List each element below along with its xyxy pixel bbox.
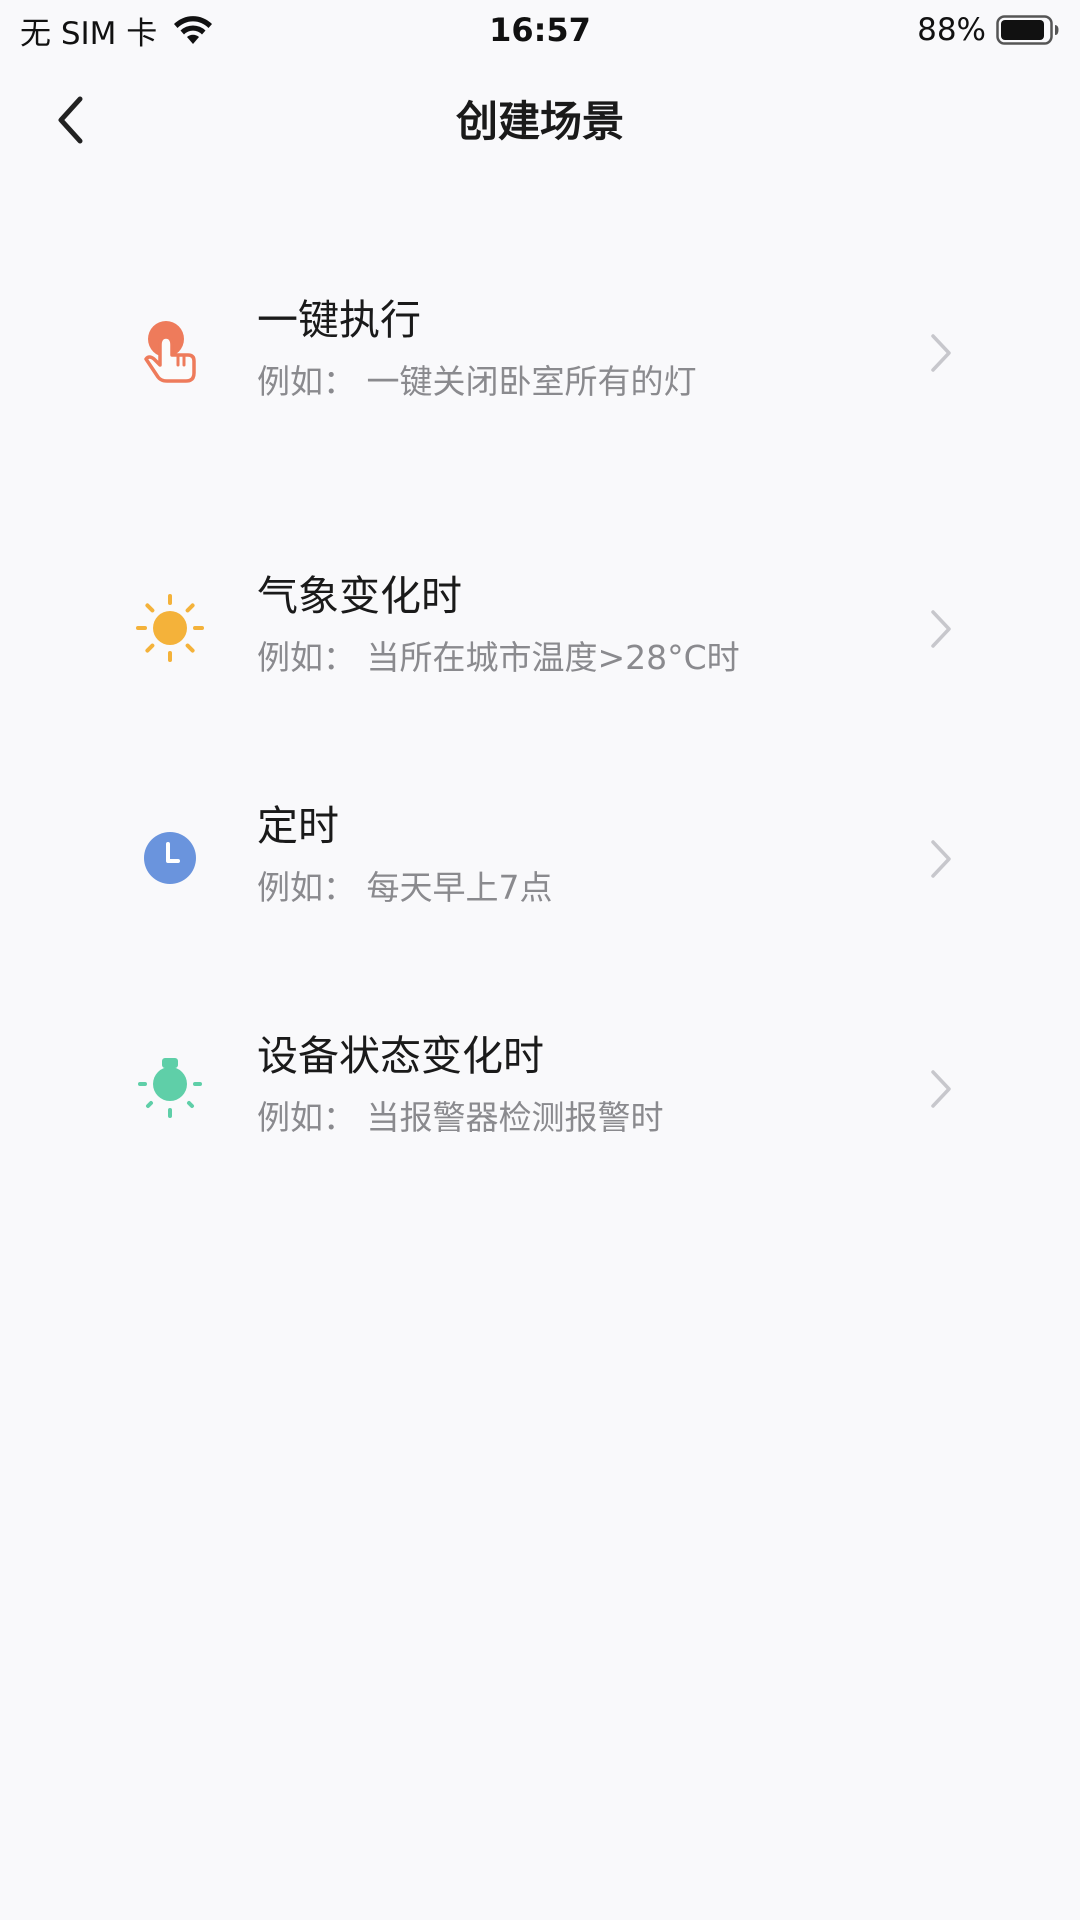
tap-hand-icon	[134, 317, 206, 389]
bulb-icon	[134, 1052, 206, 1124]
chevron-right-icon	[931, 610, 951, 648]
scene-item-one-click[interactable]: 一键执行 例如： 一键关闭卧室所有的灯	[0, 268, 1080, 438]
scene-item-weather[interactable]: 气象变化时 例如： 当所在城市温度>28°C时	[0, 544, 1080, 714]
item-title: 定时	[257, 802, 339, 850]
status-bar: 无 SIM 卡 16:57 88%	[0, 0, 1080, 60]
item-title: 气象变化时	[257, 572, 462, 620]
scene-item-timer[interactable]: 定时 例如： 每天早上7点	[0, 774, 1080, 944]
item-description: 例如： 当报警器检测报警时	[257, 1098, 664, 1137]
chevron-right-icon	[931, 334, 951, 372]
sun-icon	[134, 592, 206, 664]
status-right: 88%	[917, 8, 1060, 52]
item-description: 例如： 当所在城市温度>28°C时	[257, 638, 740, 677]
item-title: 一键执行	[257, 296, 421, 344]
battery-percentage: 88%	[917, 12, 986, 48]
item-description: 例如： 一键关闭卧室所有的灯	[257, 362, 697, 401]
battery-icon	[996, 15, 1059, 45]
clock-icon	[134, 822, 206, 894]
item-description: 例如： 每天早上7点	[257, 868, 553, 907]
chevron-right-icon	[931, 840, 951, 878]
chevron-right-icon	[931, 1070, 951, 1108]
nav-bar: 创建场景	[0, 60, 1080, 180]
scene-item-device-state[interactable]: 设备状态变化时 例如： 当报警器检测报警时	[0, 1004, 1080, 1174]
screen: 无 SIM 卡 16:57 88% 创建场景 一键执行 例如： 一键关闭卧室所有…	[0, 0, 1080, 1920]
page-title: 创建场景	[455, 97, 624, 146]
item-title: 设备状态变化时	[257, 1032, 544, 1080]
